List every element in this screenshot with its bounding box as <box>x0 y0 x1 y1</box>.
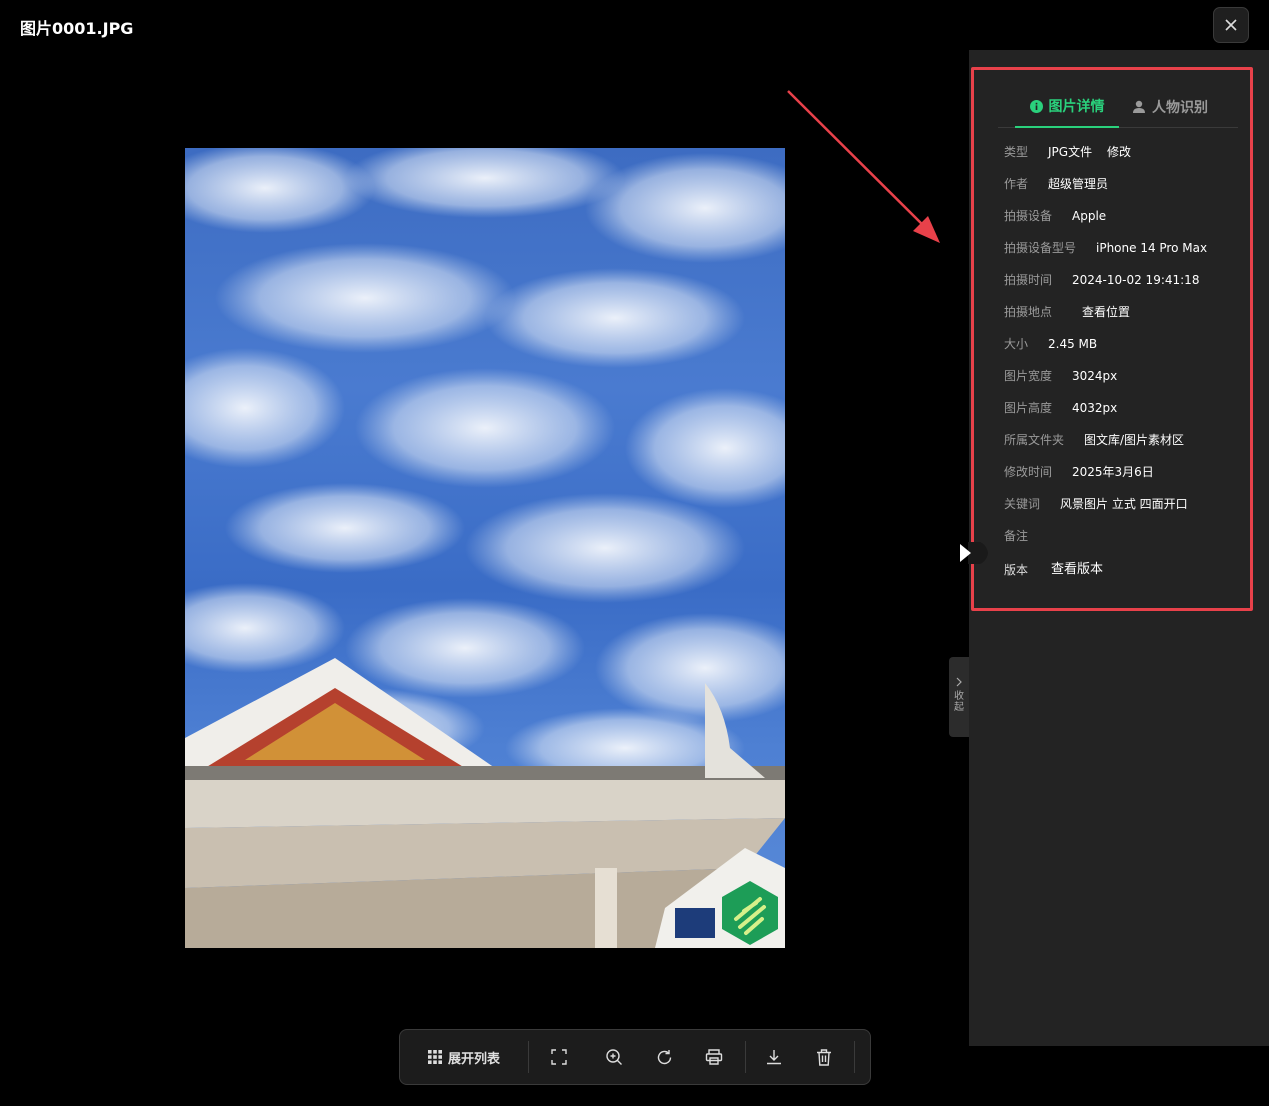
rotate-icon <box>657 1049 671 1064</box>
modified-value: 2025年3月6日 <box>1072 465 1154 479</box>
modified-label: 修改时间 <box>1004 465 1053 479</box>
version-label: 版本 <box>1004 563 1029 577</box>
width-label: 图片宽度 <box>1004 369 1053 383</box>
view-location-link[interactable]: 查看位置 <box>1082 302 1130 322</box>
grid-icon <box>427 1050 442 1064</box>
expand-list-button[interactable]: 展开列表 <box>400 1029 528 1085</box>
model-value: iPhone 14 Pro Max <box>1096 241 1208 255</box>
detail-keywords: 关键词 风景图片 立式 四面开口 <box>1004 494 1188 514</box>
download-icon <box>767 1050 781 1065</box>
height-value: 4032px <box>1072 401 1118 415</box>
window-title: 图片0001.JPG <box>20 19 134 38</box>
detail-folder: 所属文件夹 图文库/图片素材区 <box>1004 430 1184 450</box>
type-value: JPG文件 <box>1048 145 1093 159</box>
size-label: 大小 <box>1004 337 1029 351</box>
device-label: 拍摄设备 <box>1004 209 1053 223</box>
fullscreen-button[interactable] <box>529 1029 589 1085</box>
model-label: 拍摄设备型号 <box>1004 241 1077 255</box>
detail-modified: 修改时间 2025年3月6日 <box>1004 462 1154 482</box>
tab-label: 图片详情 <box>1048 99 1105 115</box>
size-value: 2.45 MB <box>1048 337 1098 351</box>
keywords-value: 风景图片 立式 四面开口 <box>1060 497 1188 511</box>
person-icon <box>1132 100 1146 114</box>
detail-width: 图片宽度 3024px <box>1004 366 1117 386</box>
tab-face-recognition[interactable]: 人物识别 <box>1132 86 1208 128</box>
detail-time: 拍摄时间 2024-10-02 19:41:18 <box>1004 270 1199 290</box>
collapse-label-1: 收 <box>954 691 964 702</box>
time-value: 2024-10-02 19:41:18 <box>1072 273 1200 287</box>
keywords-label: 关键词 <box>1004 497 1041 511</box>
detail-type: 类型 JPG文件 修改 <box>1004 142 1131 162</box>
detail-size: 大小 2.45 MB <box>1004 334 1097 354</box>
delete-button[interactable] <box>802 1029 846 1085</box>
folder-label: 所属文件夹 <box>1004 433 1065 447</box>
chevron-right-icon <box>956 677 962 687</box>
view-version-link[interactable]: 查看版本 <box>1051 560 1103 580</box>
location-label: 拍摄地点 <box>1004 305 1053 319</box>
annotation-arrow <box>787 90 940 243</box>
info-icon <box>1029 99 1043 113</box>
time-label: 拍摄时间 <box>1004 273 1053 287</box>
detail-location: 拍摄地点 查看位置 <box>1004 302 1130 322</box>
viewer-toolbar: 展开列表 <box>399 1029 871 1085</box>
folder-value: 图文库/图片素材区 <box>1084 433 1185 447</box>
fullscreen-icon <box>551 1049 567 1065</box>
detail-device: 拍摄设备 Apple <box>1004 206 1106 226</box>
panel-toggle-arrow[interactable] <box>958 542 988 564</box>
author-label: 作者 <box>1004 177 1029 191</box>
detail-version: 版本 查看版本 <box>1004 560 1103 580</box>
collapse-panel-button[interactable]: 收 起 <box>949 657 969 737</box>
photo-image <box>185 148 785 948</box>
width-value: 3024px <box>1072 369 1118 383</box>
collapse-label-2: 起 <box>954 702 964 713</box>
height-label: 图片高度 <box>1004 401 1053 415</box>
type-edit-link[interactable]: 修改 <box>1107 142 1131 162</box>
detail-model: 拍摄设备型号 iPhone 14 Pro Max <box>1004 238 1207 258</box>
type-label: 类型 <box>1004 145 1029 159</box>
device-value: Apple <box>1072 209 1107 223</box>
detail-height: 图片高度 4032px <box>1004 398 1117 418</box>
photo-preview[interactable] <box>185 148 785 948</box>
detail-author: 作者 超级管理员 <box>1004 174 1108 194</box>
toolbar-divider <box>854 1041 855 1073</box>
details-tabs: 图片详情 人物识别 <box>998 86 1238 128</box>
tab-label: 人物识别 <box>1152 100 1208 116</box>
close-button[interactable] <box>1213 7 1249 43</box>
expand-list-label: 展开列表 <box>447 1051 500 1067</box>
notes-label: 备注 <box>1004 529 1029 543</box>
author-value: 超级管理员 <box>1048 177 1109 191</box>
download-button[interactable] <box>746 1029 802 1085</box>
print-button[interactable] <box>689 1029 739 1085</box>
rotate-button[interactable] <box>639 1029 689 1085</box>
detail-notes: 备注 <box>1004 526 1028 546</box>
zoom-in-button[interactable] <box>589 1029 639 1085</box>
tab-image-details[interactable]: 图片详情 <box>1015 86 1119 128</box>
close-icon <box>1225 19 1237 31</box>
print-icon <box>705 1049 723 1065</box>
zoom-in-icon <box>606 1049 622 1065</box>
trash-icon <box>817 1048 831 1066</box>
